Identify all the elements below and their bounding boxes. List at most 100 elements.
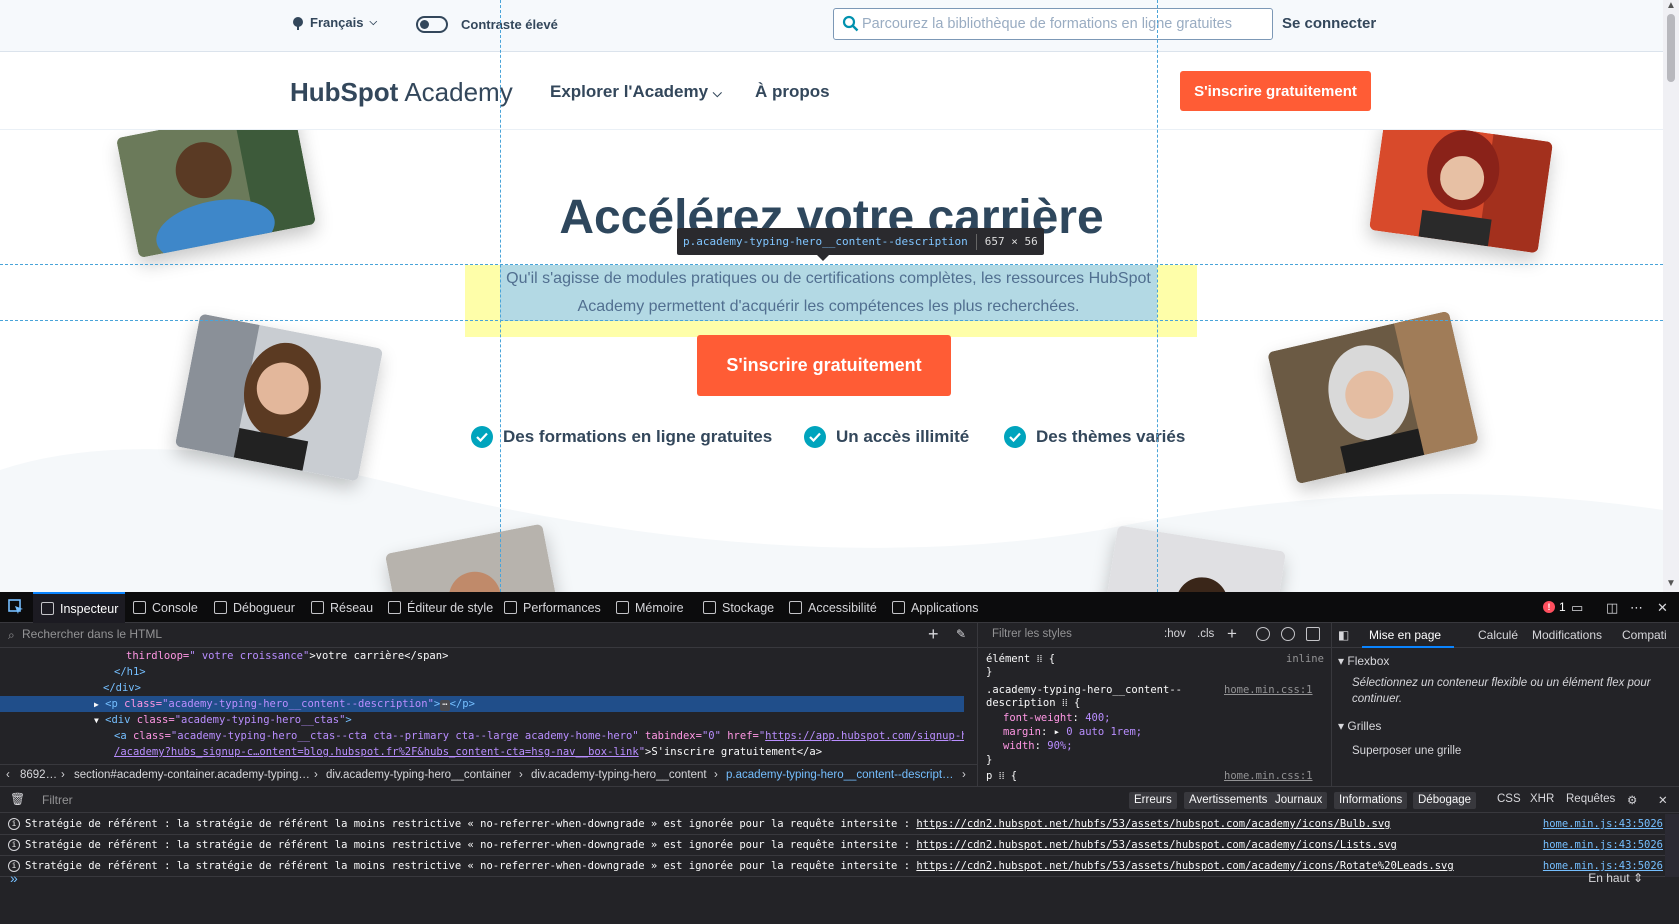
markup-line[interactable]: </h1>	[0, 664, 964, 680]
console-prompt-icon[interactable]: »	[10, 870, 18, 886]
collapse-arrow-icon[interactable]: ▼	[94, 716, 99, 725]
tab-memoire[interactable]: Mémoire	[616, 592, 684, 623]
element-picker-icon[interactable]	[8, 599, 24, 615]
filter-info[interactable]: Informations	[1334, 792, 1408, 809]
close-devtools-icon[interactable]: ✕	[1657, 600, 1668, 616]
hubspot-academy-logo[interactable]: HubSpot Academy	[290, 77, 513, 108]
logo-hubspot: HubSpot	[290, 77, 399, 107]
breadcrumb-item-current[interactable]: p.academy-typing-hero__content--descript…	[726, 769, 954, 781]
filter-css[interactable]: CSS	[1497, 793, 1521, 805]
tab-applications[interactable]: Applications	[892, 592, 978, 623]
breadcrumb-separator: ›	[61, 769, 65, 781]
console-filter[interactable]: Filtrer	[42, 793, 73, 807]
breadcrumb-item[interactable]: 8692…	[20, 769, 57, 781]
dock-side-icon[interactable]: ◫	[1606, 600, 1618, 616]
inspector-markup-panel: ⌕ Rechercher dans le HTML + ✎ thirdloop=…	[0, 623, 978, 786]
css-value: 90%;	[1047, 740, 1073, 752]
markup-line[interactable]: <a class="academy-typing-hero__ctas--cta…	[0, 728, 964, 744]
markup-line[interactable]: </div>	[0, 680, 964, 696]
responsive-design-icon[interactable]: ▭	[1571, 600, 1583, 616]
tab-console[interactable]: Console	[133, 592, 198, 623]
grids-section-header[interactable]: ▾ Grilles	[1338, 719, 1381, 733]
contrast-toggle[interactable]	[416, 16, 448, 33]
add-rule-icon[interactable]: +	[1227, 624, 1237, 644]
css-declaration[interactable]: width: 90%;	[1003, 740, 1073, 753]
tab-mise-en-page[interactable]: Mise en page	[1369, 628, 1441, 642]
css-declaration[interactable]: margin: ▸ 0 auto 1rem;	[1003, 726, 1142, 739]
markup-line[interactable]: thirdloop=" votre croissance">votre carr…	[0, 648, 964, 664]
filter-errors[interactable]: Erreurs	[1129, 792, 1177, 809]
filter-warnings[interactable]: Avertissements	[1184, 792, 1273, 809]
rule-selector-cont: description ⁞⁞ {	[986, 697, 1081, 709]
console-position[interactable]: En haut ⇕	[1588, 871, 1643, 885]
signup-button-hero[interactable]: S'inscrire gratuitement	[697, 335, 951, 396]
breadcrumb-forward-icon[interactable]: ›	[962, 769, 966, 781]
eyedropper-icon[interactable]: ✎	[956, 627, 966, 641]
search-input[interactable]	[862, 9, 1267, 39]
href-link[interactable]: /academy?hubs_signup-c…ontent=blog.hubsp…	[114, 746, 639, 758]
add-node-icon[interactable]: +	[928, 624, 939, 645]
signup-button-top[interactable]: S'inscrire gratuitement	[1180, 71, 1371, 111]
breadcrumb-back-icon[interactable]: ‹	[6, 769, 10, 781]
light-mode-icon[interactable]	[1256, 627, 1270, 641]
scroll-up-icon[interactable]: ▲	[1666, 0, 1676, 11]
closing-tag: </h1>	[114, 666, 146, 678]
filter-xhr[interactable]: XHR	[1530, 793, 1554, 805]
search-icon[interactable]	[842, 15, 859, 32]
message-source[interactable]: home.min.js:43:5026	[1543, 835, 1663, 855]
filter-requests[interactable]: Requêtes	[1566, 793, 1615, 805]
collapsed-content-badge[interactable]: ⋯	[440, 700, 450, 711]
language-selector[interactable]: Français ⌵	[292, 15, 377, 30]
rule-source-link[interactable]: home.min.css:1	[1224, 684, 1313, 696]
tab-calcule[interactable]: Calculé	[1478, 628, 1518, 642]
error-count-badge[interactable]: ! 1	[1543, 600, 1566, 614]
markup-line-selected[interactable]: ▶ <p class="academy-typing-hero__content…	[0, 696, 964, 712]
console-scrollbar[interactable]	[1665, 814, 1679, 877]
tab-compatibilite[interactable]: Compati	[1622, 628, 1667, 642]
tab-modifications[interactable]: Modifications	[1532, 628, 1602, 642]
nav-explore[interactable]: Explorer l'Academy ⌵	[550, 82, 722, 102]
dark-mode-icon[interactable]	[1281, 627, 1295, 641]
page-scrollbar[interactable]: ▲ ▼	[1663, 0, 1679, 592]
breadcrumb-item[interactable]: div.academy-typing-hero__content	[531, 769, 707, 781]
expand-arrow-icon[interactable]: ▶	[94, 700, 99, 709]
tab-reseau[interactable]: Réseau	[311, 592, 373, 623]
tab-editeur-style[interactable]: Éditeur de style	[388, 592, 493, 623]
nav-about[interactable]: À propos	[755, 82, 830, 102]
more-options-icon[interactable]: ⋯	[1630, 600, 1643, 616]
next-rule-selector: p ⁞⁞ {	[986, 770, 1018, 782]
breadcrumb-item[interactable]: section#academy-container.academy-typing…	[74, 769, 310, 781]
message-url[interactable]: https://cdn2.hubspot.net/hubfs/53/assets…	[916, 860, 1453, 872]
styles-filter[interactable]: Filtrer les styles :hov .cls +	[978, 623, 1332, 648]
toggle-sidebar-icon[interactable]: ◧	[1338, 628, 1349, 642]
scrollbar-thumb[interactable]	[1667, 14, 1675, 82]
scroll-down-icon[interactable]: ▼	[1666, 578, 1676, 589]
markup-line[interactable]: /academy?hubs_signup-c…ontent=blog.hubsp…	[0, 744, 964, 760]
close-console-icon[interactable]: ✕	[1658, 793, 1668, 807]
breadcrumb-item[interactable]: div.academy-typing-hero__container	[326, 769, 511, 781]
message-source[interactable]: home.min.js:43:5026	[1543, 814, 1663, 834]
console-settings-icon[interactable]: ⚙	[1627, 793, 1637, 807]
tab-performances[interactable]: Performances	[504, 592, 601, 623]
login-link[interactable]: Se connecter	[1282, 15, 1376, 32]
tab-debogueur[interactable]: Débogueur	[214, 592, 295, 623]
hov-toggle[interactable]: :hov	[1164, 628, 1186, 640]
href-link[interactable]: https://app.hubspot.com/signup-hubspot	[765, 730, 964, 742]
filter-debug[interactable]: Débogage	[1413, 792, 1477, 809]
next-rule-source-link[interactable]: home.min.css:1	[1224, 770, 1313, 782]
tab-accessibilite[interactable]: Accessibilité	[789, 592, 877, 623]
message-url[interactable]: https://cdn2.hubspot.net/hubfs/53/assets…	[916, 839, 1396, 851]
message-url[interactable]: https://cdn2.hubspot.net/hubfs/53/assets…	[916, 818, 1390, 830]
tab-inspecteur[interactable]: Inspecteur	[33, 592, 125, 623]
html-search[interactable]: ⌕ Rechercher dans le HTML + ✎	[0, 623, 978, 648]
print-media-icon[interactable]	[1306, 627, 1320, 641]
css-declaration[interactable]: font-weight: 400;	[1003, 712, 1111, 725]
flexbox-section-header[interactable]: ▾ Flexbox	[1338, 654, 1389, 668]
filter-logs[interactable]: Journaux	[1270, 792, 1328, 809]
check-icon	[471, 426, 493, 448]
markup-line[interactable]: ▼ <div class="academy-typing-hero__ctas"…	[0, 712, 964, 728]
storage-icon	[703, 601, 716, 614]
tab-stockage[interactable]: Stockage	[703, 592, 774, 623]
trash-icon[interactable]: 🗑	[10, 792, 25, 806]
cls-toggle[interactable]: .cls	[1197, 628, 1214, 640]
